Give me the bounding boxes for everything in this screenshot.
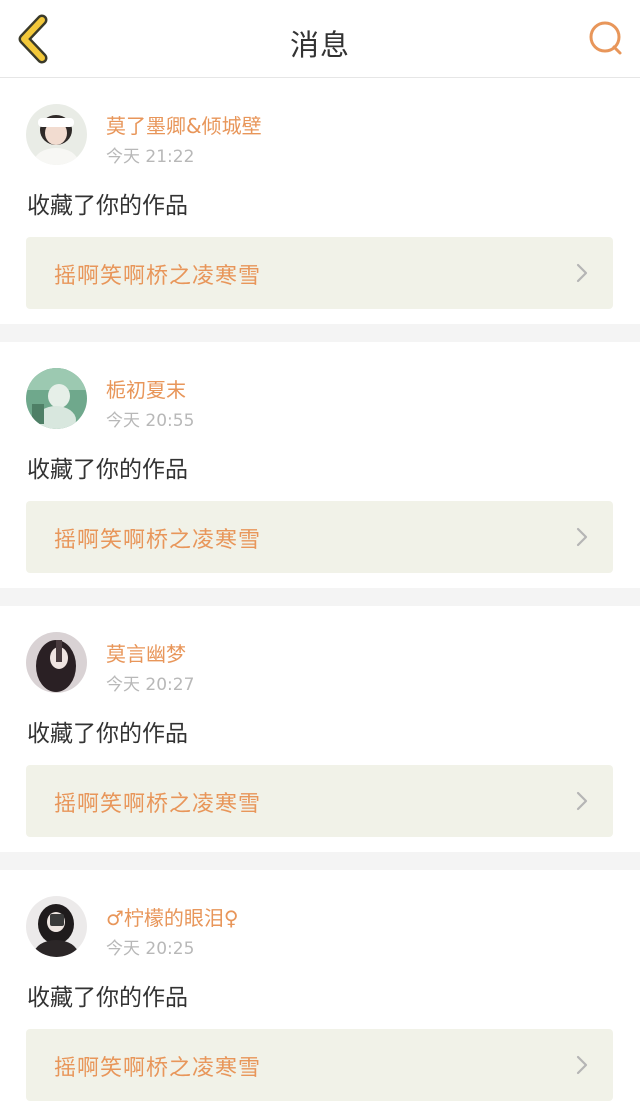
work-title: 摇啊笑啊桥之凌寒雪 [54, 528, 262, 553]
divider [0, 588, 640, 606]
timestamp: 今天 21:22 [106, 147, 195, 167]
work-title: 摇啊笑啊桥之凌寒雪 [54, 264, 262, 289]
work-title: 摇啊笑啊桥之凌寒雪 [54, 792, 262, 817]
divider [0, 852, 640, 870]
work-link[interactable]: 摇啊笑啊桥之凌寒雪 [26, 501, 613, 573]
notification-card: 莫言幽梦 今天 20:27 收藏了你的作品 摇啊笑啊桥之凌寒雪 [0, 606, 640, 852]
timestamp: 今天 20:27 [106, 675, 195, 695]
divider [0, 324, 640, 342]
page-title: 消息 [289, 28, 350, 62]
work-link[interactable]: 摇啊笑啊桥之凌寒雪 [26, 1029, 613, 1101]
username[interactable]: 莫言幽梦 [106, 638, 186, 667]
avatar[interactable] [26, 104, 87, 165]
work-link[interactable]: 摇啊笑啊桥之凌寒雪 [26, 237, 613, 309]
notification-card: ♂柠檬的眼泪♀ 今天 20:25 收藏了你的作品 摇啊笑啊桥之凌寒雪 [0, 870, 640, 1116]
chevron-right-icon [576, 1055, 588, 1075]
notification-card: 栀初夏末 今天 20:55 收藏了你的作品 摇啊笑啊桥之凌寒雪 [0, 342, 640, 588]
avatar[interactable] [26, 632, 87, 693]
timestamp: 今天 20:55 [106, 411, 195, 431]
timestamp: 今天 20:25 [106, 939, 195, 959]
action-text: 收藏了你的作品 [27, 193, 188, 219]
action-text: 收藏了你的作品 [27, 457, 188, 483]
username[interactable]: 莫了墨卿&倾城壁 [106, 110, 262, 139]
search-button[interactable] [586, 18, 626, 58]
action-text: 收藏了你的作品 [27, 721, 188, 747]
chevron-right-icon [576, 263, 588, 283]
avatar[interactable] [26, 896, 87, 957]
action-text: 收藏了你的作品 [27, 985, 188, 1011]
username[interactable]: ♂柠檬的眼泪♀ [106, 902, 239, 931]
notification-card: 莫了墨卿&倾城壁 今天 21:22 收藏了你的作品 摇啊笑啊桥之凌寒雪 [0, 78, 640, 324]
chevron-right-icon [576, 527, 588, 547]
work-title: 摇啊笑啊桥之凌寒雪 [54, 1056, 262, 1081]
avatar[interactable] [26, 368, 87, 429]
search-icon [589, 21, 622, 55]
notification-list: 莫了墨卿&倾城壁 今天 21:22 收藏了你的作品 摇啊笑啊桥之凌寒雪 栀初夏末… [0, 78, 640, 1116]
work-link[interactable]: 摇啊笑啊桥之凌寒雪 [26, 765, 613, 837]
top-nav-bar: 消息 [0, 0, 640, 78]
username[interactable]: 栀初夏末 [106, 374, 186, 403]
chevron-right-icon [576, 791, 588, 811]
